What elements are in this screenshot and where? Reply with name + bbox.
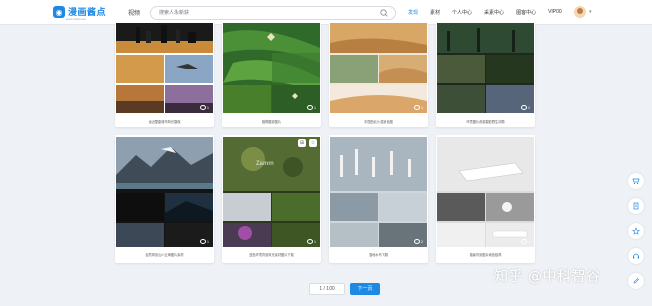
edit-icon xyxy=(633,278,639,284)
image-card[interactable]: ⊞ ☆ Zamm 1 蓝色环境背景风光素材图片下载 xyxy=(222,135,321,263)
nav-link-collection-center[interactable]: 采素中心 xyxy=(484,9,504,16)
image-card[interactable]: 1 远近整距城市风光摄像 xyxy=(115,23,214,127)
cart-icon xyxy=(632,178,640,185)
view-count: 1 xyxy=(307,239,316,244)
card-caption: 自然风景山川云海图片素材 xyxy=(145,253,184,257)
view-count: 2 xyxy=(414,239,423,244)
logo-mark-icon: ◉ xyxy=(53,6,65,18)
eye-icon xyxy=(200,239,207,244)
nav-links: 发现 素材 个人中心 采素中心 图客中心 VIP00 xyxy=(408,9,574,16)
image-card[interactable]: 1 植物摄影图片 xyxy=(222,23,321,127)
logo-subtitle: www.mhjd.com xyxy=(66,17,87,21)
view-count: 1 xyxy=(521,239,530,244)
cart-icon[interactable]: ⊞ xyxy=(298,139,306,147)
card-caption: 抽象背景图片纯色极简 xyxy=(469,253,502,257)
eye-icon xyxy=(414,105,421,110)
image-card[interactable]: 1 中国西北沙漠景色图 xyxy=(329,23,428,127)
card-caption: 蓝色环境背景风光素材图片下载 xyxy=(249,253,294,257)
logo-text: 漫画酱点 xyxy=(68,6,107,17)
search-icon[interactable] xyxy=(379,8,389,18)
nav-link-discover[interactable]: 发现 xyxy=(408,9,418,16)
eye-icon xyxy=(521,105,528,110)
view-count: 1 xyxy=(200,239,209,244)
search-box xyxy=(150,6,396,20)
favorite-button[interactable] xyxy=(628,223,644,239)
image-card[interactable]: 1 自然风景山川云海图片素材 xyxy=(115,135,214,263)
eye-icon xyxy=(414,239,421,244)
nav-video-link[interactable]: 视频 xyxy=(128,8,140,17)
eye-icon xyxy=(307,239,314,244)
card-thumbnail xyxy=(330,137,427,247)
card-thumbnail xyxy=(437,23,534,113)
view-count: 1 xyxy=(521,105,530,110)
top-nav-bar: ◉ 漫画酱点 www.mhjd.com 视频 发现 素材 个人中心 采素中心 图… xyxy=(0,0,652,25)
nav-link-material[interactable]: 素材 xyxy=(430,9,440,16)
star-icon xyxy=(632,227,640,235)
user-avatar[interactable] xyxy=(574,6,586,18)
page-indicator[interactable]: 1 / 100 xyxy=(309,283,345,295)
document-icon xyxy=(633,202,639,210)
view-count: 1 xyxy=(307,105,316,110)
chevron-down-icon[interactable]: ▾ xyxy=(589,9,592,15)
next-page-button[interactable]: 下一页 xyxy=(350,283,380,295)
card-caption: 湿地水鸟飞翔 xyxy=(368,253,389,257)
view-count: 1 xyxy=(200,105,209,110)
eye-icon xyxy=(307,105,314,110)
card-thumbnail xyxy=(330,23,427,113)
customer-service-button[interactable] xyxy=(628,248,644,264)
card-thumbnail xyxy=(116,23,213,113)
nav-link-creator-center[interactable]: 图客中心 xyxy=(516,9,536,16)
eye-icon xyxy=(521,239,528,244)
image-card[interactable]: 2 湿地水鸟飞翔 xyxy=(329,135,428,263)
card-thumbnail xyxy=(223,137,320,247)
eye-icon xyxy=(200,105,207,110)
nav-link-personal-center[interactable]: 个人中心 xyxy=(452,9,472,16)
search-input[interactable] xyxy=(159,9,359,17)
card-thumbnail xyxy=(437,137,534,247)
card-caption: 植物摄影图片 xyxy=(261,120,282,124)
card-caption: 环境图片资源摄影野生动物 xyxy=(466,120,505,124)
card-thumbnail xyxy=(223,23,320,113)
source-watermark: 知乎 @中科智谷 xyxy=(494,269,601,285)
image-grid: 1 远近整距城市风光摄像 1 植物摄影图片 1 中国西北沙漠景色图 1 环境图片… xyxy=(115,23,540,268)
document-button[interactable] xyxy=(628,198,644,214)
image-watermark: Zamm xyxy=(256,161,274,167)
star-icon[interactable]: ☆ xyxy=(309,139,317,147)
view-count: 1 xyxy=(414,105,423,110)
card-thumbnail xyxy=(116,137,213,247)
card-caption: 中国西北沙漠景色图 xyxy=(364,120,393,124)
card-caption: 远近整距城市风光摄像 xyxy=(148,120,181,124)
nav-link-vip[interactable]: VIP00 xyxy=(548,9,562,16)
image-card[interactable]: 1 抽象背景图片纯色极简 xyxy=(436,135,535,263)
feedback-button[interactable] xyxy=(628,273,644,289)
headset-icon xyxy=(633,253,639,259)
cart-button[interactable] xyxy=(628,173,644,189)
card-hover-actions: ⊞ ☆ xyxy=(298,139,317,147)
image-card[interactable]: 1 环境图片资源摄影野生动物 xyxy=(436,23,535,127)
